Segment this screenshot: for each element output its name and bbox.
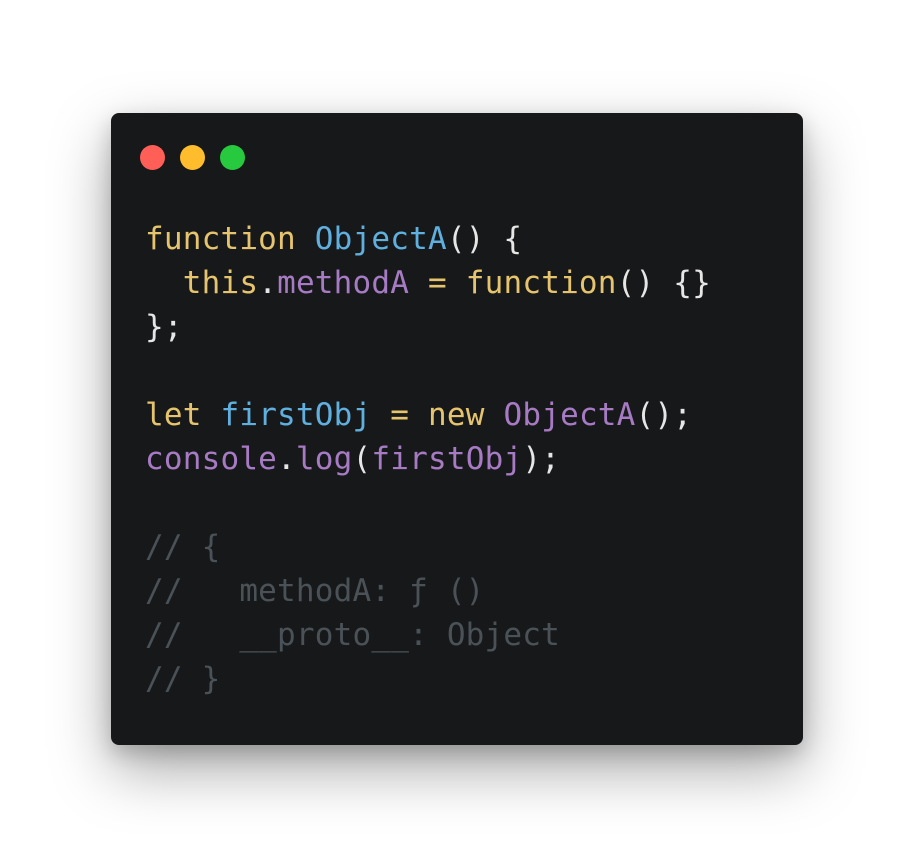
code-token-property: ObjectA — [503, 397, 636, 433]
code-token-property: firstObj — [371, 441, 523, 477]
code-token-keyword: new — [428, 397, 485, 433]
code-token-comment: // } — [145, 661, 221, 697]
code-line: // } — [145, 657, 711, 701]
code-token-keyword: = — [390, 397, 410, 433]
code-token-plain: (); — [635, 397, 693, 433]
code-token-function-name: firstObj — [220, 397, 372, 433]
code-line: // { — [145, 525, 711, 569]
code-token-property: methodA — [277, 265, 410, 301]
code-token-plain: () {} — [616, 265, 711, 301]
code-token-property: log — [295, 441, 353, 477]
code-window: function ObjectA() { this.methodA = func… — [111, 113, 803, 745]
code-token-plain: ( — [352, 441, 372, 477]
code-token-function-name: ObjectA — [314, 221, 447, 257]
code-token-keyword: function — [465, 265, 617, 301]
code-line: let firstObj = new ObjectA(); — [145, 393, 711, 437]
minimize-button[interactable] — [180, 145, 205, 170]
code-token-keyword: = — [428, 265, 447, 301]
code-line: }; — [145, 305, 711, 349]
window-titlebar — [111, 113, 803, 193]
code-token-comment: // __proto__: Object — [145, 617, 560, 653]
code-line: console.log(firstObj); — [145, 437, 711, 481]
code-token-plain: . — [258, 265, 278, 301]
code-token-keyword: function — [145, 221, 296, 257]
code-block: function ObjectA() { this.methodA = func… — [145, 217, 711, 701]
code-token-keyword: let — [145, 397, 202, 433]
code-token-plain: . — [277, 441, 296, 477]
code-token-comment: // methodA: ƒ () — [145, 573, 485, 609]
code-line: function ObjectA() { — [145, 217, 711, 261]
close-button[interactable] — [140, 145, 165, 170]
code-line: // __proto__: Object — [145, 613, 711, 657]
code-token-plain: () { — [446, 221, 523, 257]
code-token-plain: }; — [145, 309, 183, 345]
code-line: // methodA: ƒ () — [145, 569, 711, 613]
code-token-plain: ); — [522, 441, 561, 477]
code-line: this.methodA = function() {} — [145, 261, 711, 305]
zoom-button[interactable] — [220, 145, 245, 170]
code-token-comment: // { — [145, 529, 221, 565]
code-token-keyword: this — [182, 265, 259, 301]
code-token-property: console — [145, 441, 278, 477]
